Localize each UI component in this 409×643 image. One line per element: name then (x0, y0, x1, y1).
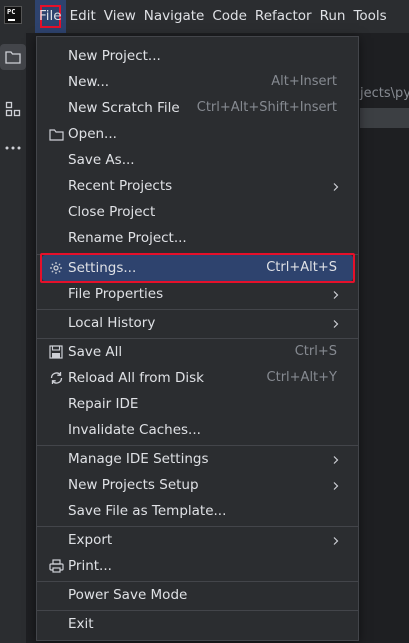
printer-icon (48, 558, 64, 574)
menu-item-new-projects-setup[interactable]: New Projects Setup (42, 472, 353, 498)
folder-icon (48, 126, 64, 142)
gear-icon (48, 260, 64, 276)
pycharm-logo-icon[interactable]: PC (4, 6, 22, 24)
menu-item-save-as[interactable]: Save As... (42, 147, 353, 173)
menu-navigate[interactable]: Navigate (140, 0, 209, 33)
menu-tools[interactable]: Tools (349, 0, 390, 33)
menu-list: File Edit View Navigate Code Refactor Ru… (35, 0, 391, 33)
menu-item-open[interactable]: Open... (42, 121, 353, 147)
menu-item-power-save-mode[interactable]: Power Save Mode (42, 582, 353, 608)
menu-item-rename-project[interactable]: Rename Project... (42, 225, 353, 251)
menu-item-recent-projects[interactable]: Recent Projects (42, 173, 353, 199)
menu-item-settings[interactable]: Settings... Ctrl+Alt+S (40, 253, 355, 283)
background-selected-row (360, 108, 409, 128)
menu-item-new-project[interactable]: New Project... (42, 43, 353, 69)
menu-item-invalidate-caches[interactable]: Invalidate Caches... (42, 417, 353, 443)
menu-file[interactable]: File (35, 0, 66, 33)
menu-item-export[interactable]: Export (42, 527, 353, 553)
project-folder-icon[interactable] (0, 44, 26, 70)
chevron-right-icon (331, 181, 341, 191)
menu-item-new-scratch-file[interactable]: New Scratch File Ctrl+Alt+Shift+Insert (42, 95, 353, 121)
chevron-right-icon (331, 289, 341, 299)
menu-refactor[interactable]: Refactor (251, 0, 316, 33)
save-icon (48, 344, 64, 360)
menu-edit[interactable]: Edit (66, 0, 100, 33)
menu-item-print[interactable]: Print... (42, 553, 353, 579)
file-menu-popup: New Project... New... Alt+Insert New Scr… (36, 36, 359, 641)
menu-item-close-project[interactable]: Close Project (42, 199, 353, 225)
menu-item-reload-all[interactable]: Reload All from Disk Ctrl+Alt+Y (42, 365, 353, 391)
chevron-right-icon (331, 480, 341, 490)
background-path-text: jects\py (360, 86, 409, 101)
menu-view[interactable]: View (100, 0, 140, 33)
more-tools-icon[interactable] (0, 135, 26, 161)
structure-icon[interactable] (0, 96, 26, 122)
menu-item-local-history[interactable]: Local History (42, 310, 353, 336)
chevron-right-icon (331, 535, 341, 545)
menu-item-file-properties[interactable]: File Properties (42, 281, 353, 307)
menu-item-save-file-as-template[interactable]: Save File as Template... (42, 498, 353, 524)
reload-icon (48, 370, 64, 386)
chevron-right-icon (331, 318, 341, 328)
chevron-right-icon (331, 454, 341, 464)
menu-item-manage-ide-settings[interactable]: Manage IDE Settings (42, 446, 353, 472)
main-menubar: PC File Edit View Navigate Code Refactor… (0, 0, 409, 33)
menu-run[interactable]: Run (316, 0, 350, 33)
menu-item-save-all[interactable]: Save All Ctrl+S (42, 339, 353, 365)
menu-code[interactable]: Code (208, 0, 251, 33)
menu-item-repair-ide[interactable]: Repair IDE (42, 391, 353, 417)
left-tool-strip (0, 33, 27, 643)
menu-item-new[interactable]: New... Alt+Insert (42, 69, 353, 95)
menu-item-exit[interactable]: Exit (42, 611, 353, 637)
